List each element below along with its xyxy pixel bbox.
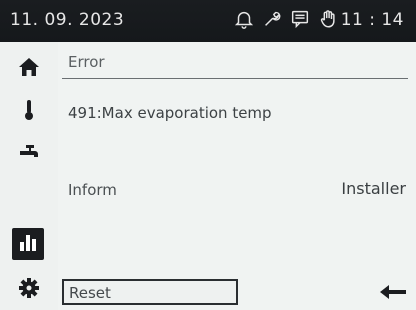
home-icon [17, 55, 41, 83]
status-bar: 11. 09. 2023 11: 14 [0, 0, 416, 42]
title-divider [62, 78, 408, 79]
sidebar-item-hot-water[interactable] [14, 140, 44, 170]
sidebar-item-statistics[interactable] [12, 228, 44, 260]
bell-icon[interactable] [233, 8, 255, 34]
time-display: 11 : 14 [340, 10, 404, 30]
gear-icon [17, 276, 41, 304]
inform-value: Installer [341, 179, 406, 198]
date-display: 11. 09. 2023 [10, 10, 125, 30]
message-icon[interactable] [289, 8, 311, 34]
sidebar [0, 42, 58, 310]
sidebar-item-temperature[interactable] [14, 97, 44, 127]
wrench-icon[interactable] [261, 8, 283, 34]
error-message: 491:Max evaporation temp [68, 104, 272, 122]
status-icons [233, 8, 339, 34]
hand-icon[interactable] [317, 8, 339, 34]
reset-button[interactable]: Reset [62, 279, 238, 305]
inform-label: Inform [68, 181, 117, 199]
thermometer-icon [17, 98, 41, 126]
faucet-icon [17, 141, 41, 169]
screen: 11. 09. 2023 11: 14 Error 491:Max evapo… [0, 0, 416, 310]
sidebar-item-home[interactable] [14, 54, 44, 84]
page-title: Error [68, 53, 105, 71]
bar-chart-icon [16, 230, 40, 258]
sidebar-item-settings[interactable] [14, 275, 44, 305]
back-arrow-icon[interactable] [378, 282, 408, 302]
